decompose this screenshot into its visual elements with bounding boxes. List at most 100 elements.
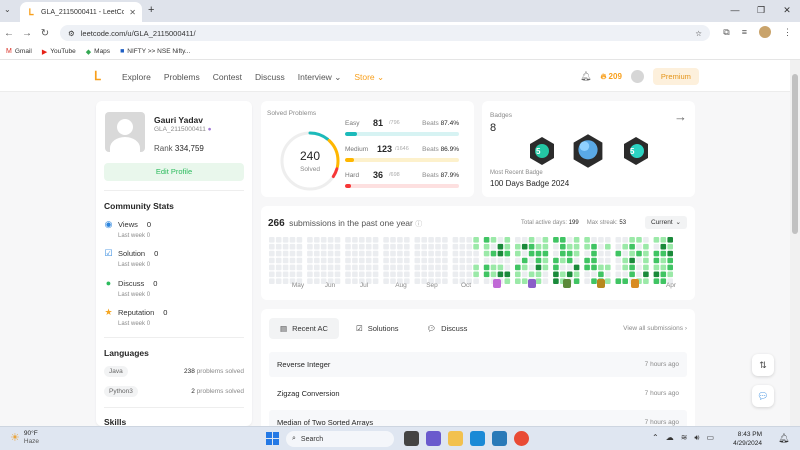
- heatmap-cell[interactable]: [497, 237, 504, 243]
- heatmap-cell[interactable]: [404, 250, 410, 257]
- heatmap-cell[interactable]: [521, 271, 528, 278]
- heatmap-cell[interactable]: [660, 264, 667, 271]
- heatmap-cell[interactable]: [414, 257, 421, 264]
- heatmap-cell[interactable]: [397, 237, 403, 243]
- heatmap-cell[interactable]: [605, 237, 611, 243]
- heatmap-cell[interactable]: [553, 237, 559, 243]
- heatmap-cell[interactable]: [282, 264, 289, 271]
- heatmap-cell[interactable]: [542, 243, 549, 250]
- back-icon[interactable]: ←: [0, 28, 18, 39]
- heatmap-cell[interactable]: [643, 237, 649, 243]
- tab-recent-ac[interactable]: ▤ Recent AC: [269, 318, 339, 339]
- heatmap-cell[interactable]: [334, 264, 341, 271]
- heatmap-cell[interactable]: [622, 264, 628, 271]
- heatmap-cell[interactable]: [473, 271, 479, 278]
- heatmap-cell[interactable]: [307, 264, 313, 271]
- heatmap-cell[interactable]: [352, 250, 358, 257]
- heatmap-cell[interactable]: [528, 237, 535, 243]
- streak-counter[interactable]: 🔥︎ 209: [600, 72, 621, 82]
- heatmap-cell[interactable]: [307, 237, 313, 243]
- heatmap-cell[interactable]: [345, 250, 351, 257]
- heatmap-cell[interactable]: [365, 257, 372, 264]
- difficulty-easy[interactable]: Easy 81/796 Beats 87.4%: [345, 118, 459, 136]
- heatmap-cell[interactable]: [615, 271, 622, 278]
- heatmap-cell[interactable]: [483, 271, 490, 278]
- heatmap-cell[interactable]: [560, 237, 566, 243]
- heatmap-cell[interactable]: [490, 257, 497, 264]
- heatmap-cell[interactable]: [459, 237, 466, 243]
- bookmark-youtube[interactable]: ▶ YouTube: [42, 48, 76, 56]
- premium-button[interactable]: Premium: [652, 68, 699, 85]
- heatmap-cell[interactable]: [296, 237, 303, 243]
- heatmap-cell[interactable]: [566, 250, 573, 257]
- heatmap-cell[interactable]: [521, 237, 528, 243]
- heatmap-cell[interactable]: [435, 243, 441, 250]
- heatmap-cell[interactable]: [383, 257, 389, 264]
- heatmap-cell[interactable]: [459, 250, 466, 257]
- solved-donut[interactable]: 240 Solved: [278, 129, 342, 193]
- heatmap-cell[interactable]: [584, 264, 590, 271]
- heatmap-cell[interactable]: [383, 237, 389, 243]
- heatmap-cell[interactable]: [275, 271, 282, 278]
- badge-50-days-alt-icon[interactable]: 5: [622, 136, 650, 166]
- heatmap-cell[interactable]: [327, 264, 334, 271]
- heatmap-cell[interactable]: [307, 243, 313, 250]
- media-icon[interactable]: ≡: [742, 27, 747, 37]
- heatmap-cell[interactable]: [615, 264, 622, 271]
- view-all-submissions-link[interactable]: View all submissions ›: [623, 325, 687, 332]
- heatmap-cell[interactable]: [504, 264, 511, 271]
- heatmap-cell[interactable]: [421, 271, 427, 278]
- heatmap-cell[interactable]: [483, 237, 490, 243]
- heatmap-cell[interactable]: [573, 237, 580, 243]
- heatmap-cell[interactable]: [490, 250, 497, 257]
- heatmap-cell[interactable]: [320, 271, 327, 278]
- tab-search-icon[interactable]: ⌄: [4, 5, 11, 14]
- heatmap-cell[interactable]: [598, 237, 604, 243]
- heatmap-cell[interactable]: [289, 271, 296, 278]
- site-info-icon[interactable]: ⚙: [68, 29, 75, 38]
- heatmap-cell[interactable]: [636, 264, 642, 271]
- heatmap-cell[interactable]: [320, 243, 327, 250]
- heatmap-cell[interactable]: [528, 250, 535, 257]
- heatmap-cell[interactable]: [521, 264, 528, 271]
- heatmap-cell[interactable]: [521, 250, 528, 257]
- heatmap-cell[interactable]: [296, 271, 303, 278]
- heatmap-cell[interactable]: [282, 243, 289, 250]
- heatmap-cell[interactable]: [383, 271, 389, 278]
- heatmap-cell[interactable]: [383, 243, 389, 250]
- heatmap-cell[interactable]: [584, 250, 590, 257]
- heatmap-cell[interactable]: [573, 257, 580, 264]
- nav-contest[interactable]: Contest: [213, 72, 242, 83]
- heatmap-cell[interactable]: [643, 257, 649, 264]
- heatmap-cell[interactable]: [397, 257, 403, 264]
- onedrive-icon[interactable]: ☁: [666, 433, 674, 443]
- heatmap-cell[interactable]: [442, 271, 448, 278]
- heatmap-cell[interactable]: [473, 264, 479, 271]
- heatmap-cell[interactable]: [327, 250, 334, 257]
- heatmap-cell[interactable]: [452, 271, 459, 278]
- browser-menu-icon[interactable]: ⋮: [783, 27, 792, 38]
- heatmap-cell[interactable]: [404, 257, 410, 264]
- close-tab-icon[interactable]: ✕: [129, 8, 136, 17]
- heatmap-cell[interactable]: [289, 250, 296, 257]
- heatmap-cell[interactable]: [636, 243, 642, 250]
- heatmap-cell[interactable]: [327, 257, 334, 264]
- heatmap-cell[interactable]: [334, 257, 341, 264]
- heatmap-cell[interactable]: [636, 250, 642, 257]
- heatmap-cell[interactable]: [269, 243, 275, 250]
- heatmap-cell[interactable]: [504, 250, 511, 257]
- heatmap-cell[interactable]: [421, 257, 427, 264]
- heatmap-cell[interactable]: [667, 271, 673, 278]
- heatmap-cell[interactable]: [528, 243, 535, 250]
- heatmap-cell[interactable]: [275, 257, 282, 264]
- monthly-badge-icon[interactable]: [528, 279, 536, 288]
- heatmap-cell[interactable]: [584, 257, 590, 264]
- heatmap-cell[interactable]: [504, 237, 511, 243]
- heatmap-cell[interactable]: [643, 250, 649, 257]
- heatmap-cell[interactable]: [653, 271, 660, 278]
- heatmap-cell[interactable]: [490, 243, 497, 250]
- heatmap-cell[interactable]: [660, 237, 667, 243]
- heatmap-cell[interactable]: [667, 243, 673, 250]
- store-icon[interactable]: [492, 431, 507, 446]
- heatmap-cell[interactable]: [345, 237, 351, 243]
